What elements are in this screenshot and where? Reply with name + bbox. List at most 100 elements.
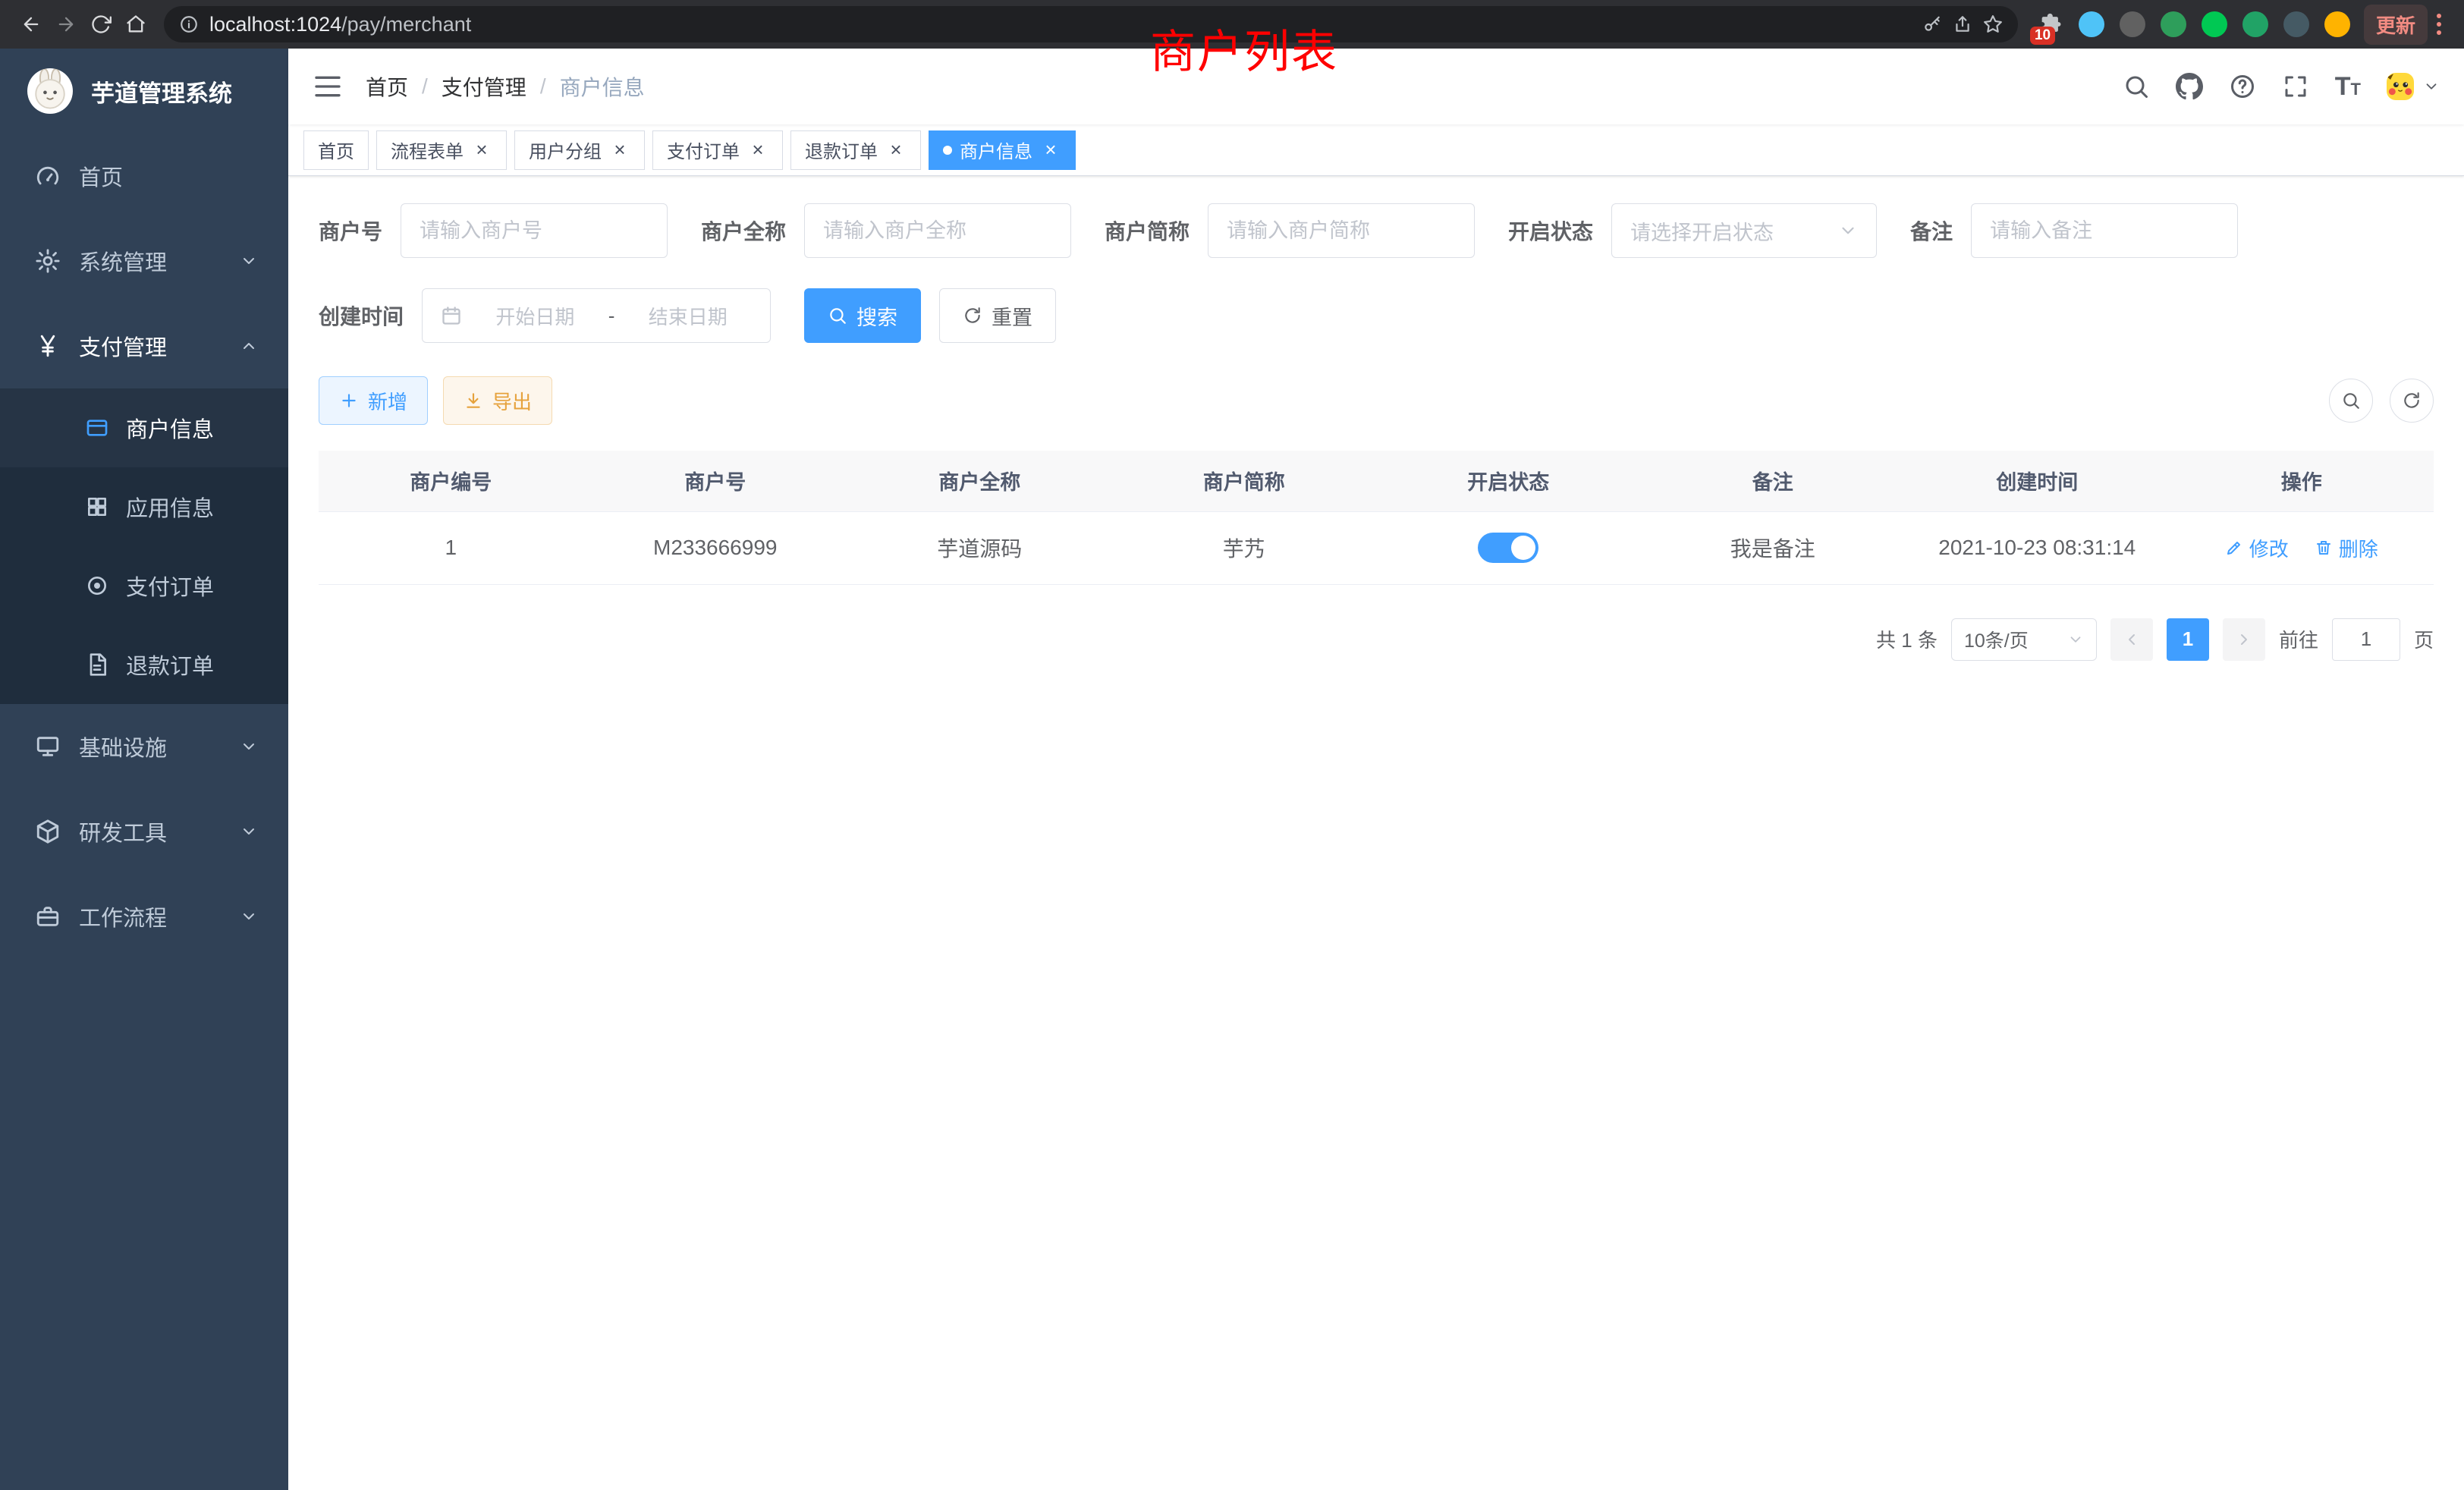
extension-puzzle-icon[interactable]: 10 — [2038, 11, 2063, 37]
browser-reload-icon[interactable] — [83, 7, 118, 42]
sidebar-item-dev-tools[interactable]: 研发工具 — [0, 789, 288, 874]
search-icon[interactable] — [2123, 73, 2150, 100]
sidebar-item-home[interactable]: 首页 — [0, 134, 288, 218]
search-icon — [828, 306, 847, 325]
breadcrumb-home[interactable]: 首页 — [366, 71, 408, 102]
browser-home-icon[interactable] — [118, 7, 153, 42]
date-range-separator: - — [608, 304, 615, 328]
field-label: 创建时间 — [319, 300, 404, 331]
sidebar-item-refund-orders[interactable]: 退款订单 — [0, 625, 288, 704]
column-header: 商户编号 — [319, 451, 583, 511]
extension-icon-7[interactable] — [2324, 11, 2350, 37]
refresh-table-button[interactable] — [2390, 379, 2434, 423]
sidebar-item-payment-orders[interactable]: 支付订单 — [0, 546, 288, 625]
filter-create-time: 创建时间 开始日期 - 结束日期 — [319, 288, 771, 343]
column-header: 开启状态 — [1376, 451, 1641, 511]
status-toggle[interactable] — [1478, 533, 1538, 563]
page-number-button[interactable]: 1 — [2167, 618, 2209, 661]
tab-payment-orders[interactable]: 支付订单 × — [652, 130, 783, 170]
close-icon[interactable]: × — [885, 140, 907, 161]
navbar-actions: TT — [2123, 72, 2440, 102]
browser-back-icon[interactable] — [14, 7, 49, 42]
sidebar-item-workflow[interactable]: 工作流程 — [0, 874, 288, 959]
page-size-select[interactable]: 10条/页 — [1951, 618, 2097, 661]
sidebar-item-label: 基础设施 — [79, 731, 167, 762]
export-button[interactable]: 导出 — [443, 376, 552, 425]
merchant-full-name-input[interactable] — [823, 219, 1052, 243]
close-icon[interactable]: × — [471, 140, 492, 161]
font-size-icon[interactable]: TT — [2335, 72, 2361, 102]
merchant-short-name-input[interactable] — [1227, 219, 1456, 243]
sidebar-item-app-info[interactable]: 应用信息 — [0, 467, 288, 546]
fullscreen-icon[interactable] — [2282, 73, 2309, 100]
remark-input[interactable] — [1990, 219, 2219, 243]
cube-icon — [35, 819, 61, 844]
share-icon[interactable] — [1953, 14, 1972, 34]
breadcrumb-separator: / — [540, 74, 546, 99]
chevron-up-icon — [240, 337, 258, 355]
filter-merchant-no: 商户号 — [319, 203, 668, 258]
github-icon[interactable] — [2176, 73, 2203, 100]
help-icon[interactable] — [2229, 73, 2256, 100]
column-header: 备注 — [1641, 451, 1906, 511]
start-date-placeholder: 开始日期 — [471, 302, 599, 330]
tab-process-form[interactable]: 流程表单 × — [376, 130, 507, 170]
goto-page-input[interactable] — [2332, 618, 2400, 661]
close-icon[interactable]: × — [609, 140, 630, 161]
tab-refund-orders[interactable]: 退款订单 × — [790, 130, 921, 170]
edit-label: 修改 — [2249, 534, 2289, 562]
calendar-icon — [441, 305, 462, 326]
extension-icon-2[interactable] — [2120, 11, 2145, 37]
sidebar-collapse-icon[interactable] — [313, 71, 343, 102]
app-logo[interactable]: 芋道管理系统 — [0, 49, 288, 134]
delete-link[interactable]: 删除 — [2315, 534, 2378, 562]
url-host: localhost:1024 — [209, 13, 341, 36]
chevron-down-icon — [240, 907, 258, 926]
password-key-icon[interactable] — [1922, 14, 1942, 34]
user-avatar-menu[interactable] — [2387, 73, 2440, 100]
add-button[interactable]: 新增 — [319, 376, 428, 425]
sidebar-item-merchant-info[interactable]: 商户信息 — [0, 388, 288, 467]
document-icon — [85, 652, 109, 677]
close-icon[interactable]: × — [1040, 140, 1061, 161]
address-bar[interactable]: localhost:1024/pay/merchant — [164, 6, 2018, 42]
input-wrapper — [401, 203, 668, 258]
sidebar-item-payment-management[interactable]: 支付管理 — [0, 303, 288, 388]
status-select[interactable]: 请选择开启状态 — [1611, 203, 1877, 258]
chevron-down-icon — [240, 252, 258, 270]
tab-label: 商户信息 — [960, 137, 1032, 163]
sidebar-item-system-management[interactable]: 系统管理 — [0, 218, 288, 303]
prev-page-button[interactable] — [2110, 618, 2153, 661]
breadcrumb-payment[interactable]: 支付管理 — [442, 71, 526, 102]
toggle-search-button[interactable] — [2329, 379, 2373, 423]
browser-menu-icon[interactable] — [2428, 14, 2450, 35]
input-wrapper — [804, 203, 1071, 258]
date-range-picker[interactable]: 开始日期 - 结束日期 — [422, 288, 771, 343]
search-button[interactable]: 搜索 — [804, 288, 921, 343]
chevron-down-icon — [2067, 631, 2084, 648]
extension-icon-1[interactable] — [2079, 11, 2104, 37]
tab-merchant-info[interactable]: 商户信息 × — [929, 130, 1076, 170]
extension-icon-4[interactable] — [2202, 11, 2227, 37]
chevron-down-icon — [2423, 78, 2440, 95]
extension-icon-6[interactable] — [2283, 11, 2309, 37]
tab-user-group[interactable]: 用户分组 × — [514, 130, 645, 170]
yen-icon — [35, 333, 61, 359]
next-page-button[interactable] — [2223, 618, 2265, 661]
bookmark-star-icon[interactable] — [1983, 14, 2003, 34]
sidebar-item-label: 工作流程 — [79, 901, 167, 932]
extension-icon-3[interactable] — [2161, 11, 2186, 37]
extension-icon-5[interactable] — [2242, 11, 2268, 37]
filter-merchant-short-name: 商户简称 — [1105, 203, 1475, 258]
browser-update-button[interactable]: 更新 — [2364, 5, 2428, 45]
reset-button[interactable]: 重置 — [939, 288, 1056, 343]
chevron-down-icon — [240, 822, 258, 841]
merchant-no-input[interactable] — [420, 219, 649, 243]
close-icon[interactable]: × — [747, 140, 768, 161]
site-info-icon[interactable] — [179, 14, 199, 34]
browser-forward-icon[interactable] — [49, 7, 83, 42]
edit-link[interactable]: 修改 — [2225, 534, 2289, 562]
sidebar-item-infrastructure[interactable]: 基础设施 — [0, 704, 288, 789]
tab-label: 首页 — [318, 137, 354, 163]
tab-home[interactable]: 首页 — [303, 130, 369, 170]
